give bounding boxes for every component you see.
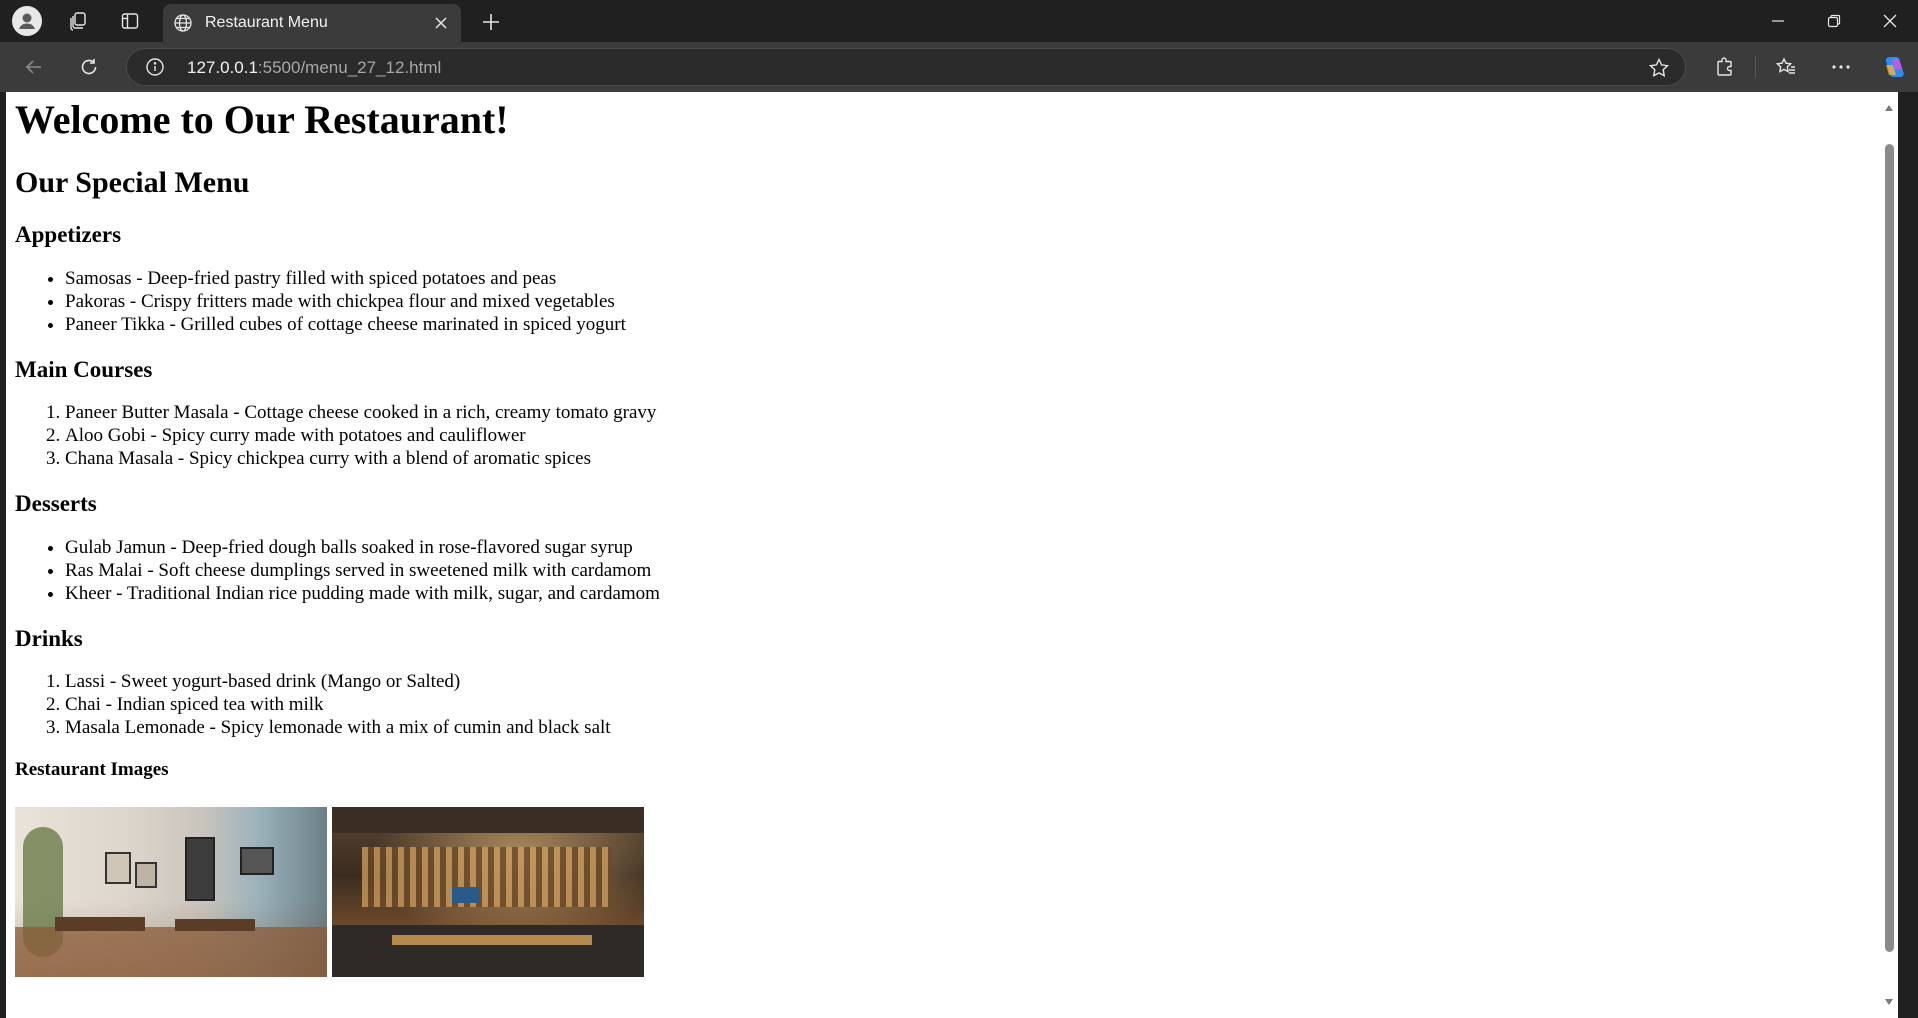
page-content: Welcome to Our Restaurant! Our Special M… <box>15 92 1875 978</box>
toolbar-separator <box>1755 56 1756 78</box>
restaurant-photo-bar <box>332 807 644 978</box>
refresh-icon[interactable] <box>71 49 107 85</box>
list-item: Aloo Gobi - Spicy curry made with potato… <box>65 424 1875 447</box>
list-item: Samosas - Deep-fried pastry filled with … <box>65 267 1875 290</box>
vertical-tabs-icon[interactable] <box>110 0 150 42</box>
extensions-icon[interactable] <box>1707 49 1743 85</box>
restore-icon[interactable] <box>1806 0 1862 42</box>
vertical-scrollbar[interactable] <box>1880 92 1898 1018</box>
drinks-list: Lassi - Sweet yogurt-based drink (Mango … <box>15 670 1875 739</box>
appetizers-list: Samosas - Deep-fried pastry filled with … <box>15 267 1875 336</box>
tab-bar: Restaurant Menu <box>0 0 1918 42</box>
tab-restaurant-menu[interactable]: Restaurant Menu <box>163 4 461 42</box>
favorites-icon[interactable] <box>1768 49 1804 85</box>
address-bar-row: 127.0.0.1:5500/menu_27_12.html <box>0 42 1918 92</box>
menu-heading: Our Special Menu <box>15 166 250 199</box>
page-viewport: Welcome to Our Restaurant! Our Special M… <box>6 92 1898 1018</box>
list-item: Gulab Jamun - Deep-fried dough balls soa… <box>65 536 1875 559</box>
section-title-main-courses: Main Courses <box>15 356 153 382</box>
scroll-up-icon[interactable] <box>1883 102 1895 114</box>
scrollbar-thumb[interactable] <box>1885 144 1894 952</box>
list-item: Ras Malai - Soft cheese dumplings served… <box>65 559 1875 582</box>
list-item: Paneer Tikka - Grilled cubes of cottage … <box>65 313 1875 336</box>
profile-icon[interactable] <box>12 6 42 36</box>
favorite-star-icon[interactable] <box>1647 56 1671 80</box>
section-title-appetizers: Appetizers <box>15 222 122 247</box>
restaurant-photo-dining-room <box>15 807 327 978</box>
list-item: Chana Masala - Spicy chickpea curry with… <box>65 447 1875 470</box>
desserts-list: Gulab Jamun - Deep-fried dough balls soa… <box>15 536 1875 605</box>
more-icon[interactable] <box>1823 49 1859 85</box>
minimize-icon[interactable] <box>1750 0 1806 42</box>
url-text[interactable]: 127.0.0.1:5500/menu_27_12.html <box>187 58 441 78</box>
list-item: Masala Lemonade - Spicy lemonade with a … <box>65 716 1875 739</box>
workspaces-icon[interactable] <box>58 0 98 42</box>
list-item: Kheer - Traditional Indian rice pudding … <box>65 582 1875 605</box>
list-item: Pakoras - Crispy fritters made with chic… <box>65 290 1875 313</box>
info-icon[interactable] <box>145 57 165 77</box>
url-path: :5500/menu_27_12.html <box>257 58 442 77</box>
list-item: Paneer Butter Masala - Cottage cheese co… <box>65 401 1875 424</box>
address-bar[interactable]: 127.0.0.1:5500/menu_27_12.html <box>126 48 1686 86</box>
images-heading: Restaurant Images <box>15 759 169 781</box>
section-title-desserts: Desserts <box>15 491 97 517</box>
copilot-icon[interactable] <box>1876 49 1912 85</box>
page-heading: Welcome to Our Restaurant! <box>15 97 509 142</box>
list-item: Lassi - Sweet yogurt-based drink (Mango … <box>65 670 1875 693</box>
list-item: Chai - Indian spiced tea with milk <box>65 693 1875 716</box>
tab-title: Restaurant Menu <box>205 14 328 31</box>
close-icon[interactable] <box>429 11 453 35</box>
section-title-drinks: Drinks <box>15 625 83 651</box>
back-icon[interactable] <box>16 49 52 85</box>
scroll-down-icon[interactable] <box>1883 996 1895 1008</box>
new-tab-icon[interactable] <box>474 5 508 39</box>
window-close-icon[interactable] <box>1862 0 1918 42</box>
restaurant-images <box>15 807 1875 978</box>
main-courses-list: Paneer Butter Masala - Cottage cheese co… <box>15 401 1875 470</box>
url-host: 127.0.0.1 <box>187 58 258 77</box>
globe-icon <box>173 13 193 38</box>
